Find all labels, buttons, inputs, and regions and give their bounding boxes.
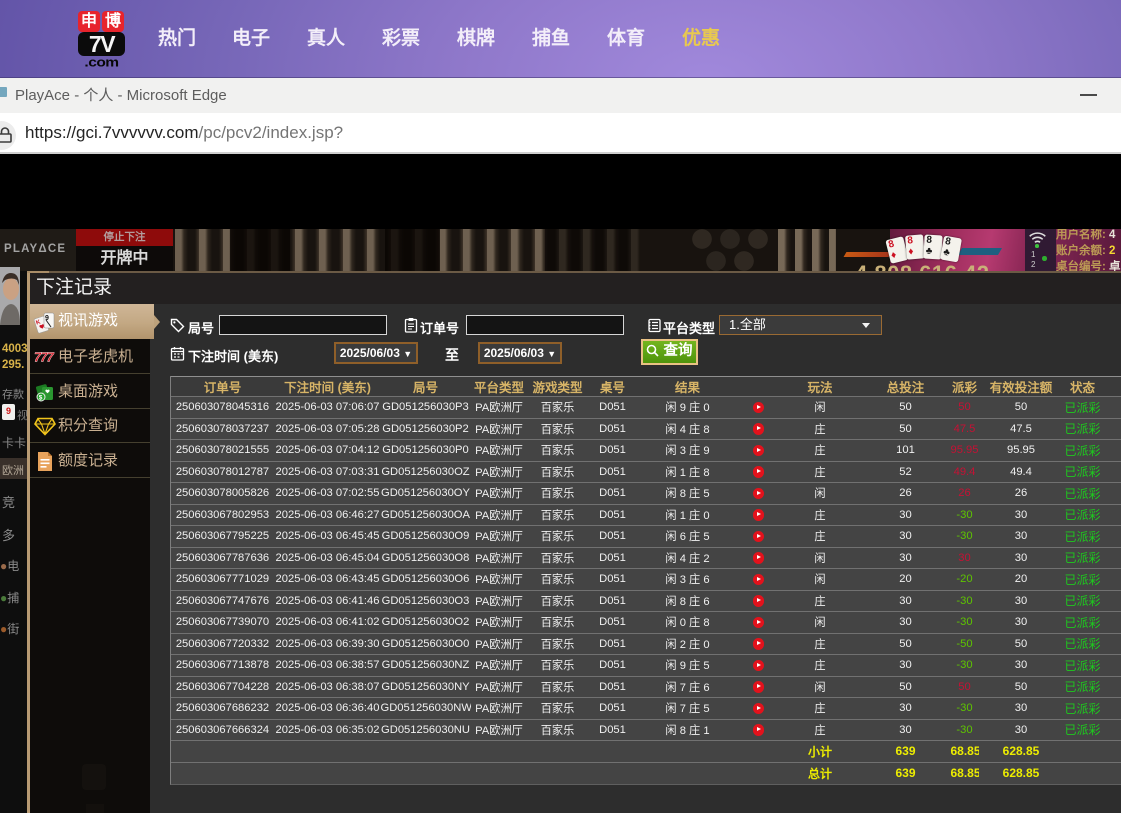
- svg-text:$: $: [39, 394, 43, 401]
- svg-text:777: 777: [34, 350, 54, 365]
